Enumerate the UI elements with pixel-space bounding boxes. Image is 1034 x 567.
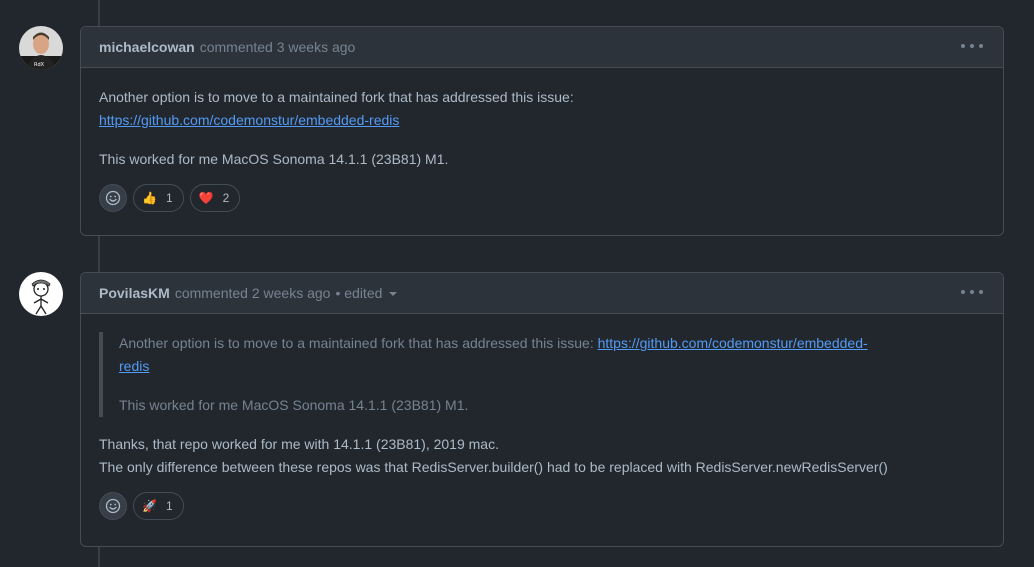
reaction-rocket[interactable]: 🚀 1	[133, 492, 184, 520]
smiley-icon	[105, 498, 121, 514]
comment-text: Thanks, that repo worked for me with 14.…	[99, 436, 499, 452]
comment-author[interactable]: michaelcowan	[99, 39, 195, 55]
reactions-bar: 👍 1 ❤️ 2	[81, 184, 1003, 230]
heart-icon: ❤️	[198, 191, 214, 205]
caret-down-icon	[389, 292, 398, 297]
comment-body: Another option is to move to a maintaine…	[81, 68, 1003, 171]
reaction-heart[interactable]: ❤️ 2	[189, 184, 241, 212]
reactions-bar: 🚀 1	[81, 492, 1003, 538]
add-reaction-button[interactable]	[99, 492, 127, 520]
reaction-thumbs-up[interactable]: 👍 1	[133, 184, 184, 212]
quote-text: Another option is to move to a maintaine…	[119, 335, 594, 351]
fork-link[interactable]: https://github.com/codemonstur/embedded-…	[99, 112, 399, 128]
avatar-povilaskm[interactable]	[19, 272, 63, 316]
svg-text:RdX: RdX	[34, 62, 45, 68]
avatar-michaelcowan[interactable]: RdX	[19, 26, 63, 70]
comment-povilaskm: PovilasKM commented 2 weeks ago • edited…	[80, 272, 1004, 547]
quote-text: This worked for me MacOS Sonoma 14.1.1 (…	[119, 397, 469, 413]
comment-header: michaelcowan commented 3 weeks ago	[81, 27, 1003, 68]
quoted-reply: Another option is to move to a maintaine…	[99, 332, 985, 417]
reaction-count: 2	[222, 191, 230, 205]
comment-header: PovilasKM commented 2 weeks ago • edited	[81, 273, 1003, 314]
avatar-image	[19, 272, 63, 316]
more-options-icon[interactable]	[961, 285, 983, 299]
comment-text: The only difference between these repos …	[99, 459, 888, 475]
add-reaction-button[interactable]	[99, 184, 127, 212]
smiley-icon	[105, 190, 121, 206]
comment-timestamp[interactable]: commented 3 weeks ago	[200, 39, 356, 55]
reaction-count: 1	[165, 499, 173, 513]
comment-text: This worked for me MacOS Sonoma 14.1.1 (…	[99, 151, 449, 167]
more-options-icon[interactable]	[961, 39, 983, 53]
thumbs-up-icon: 👍	[142, 191, 157, 205]
avatar-image: RdX	[19, 26, 63, 70]
quote-link-part: https://github.com/codemonstur/embedded-	[597, 335, 868, 351]
comment-text: Another option is to move to a maintaine…	[99, 89, 574, 105]
comment-timestamp[interactable]: commented 2 weeks ago	[175, 285, 331, 301]
edited-label: • edited	[335, 285, 383, 301]
comment-body: Another option is to move to a maintaine…	[81, 314, 1003, 479]
comment-author[interactable]: PovilasKM	[99, 285, 170, 301]
rocket-icon: 🚀	[142, 499, 157, 513]
edited-dropdown[interactable]: • edited	[335, 285, 398, 301]
comment-michaelcowan: michaelcowan commented 3 weeks ago Anoth…	[80, 26, 1004, 236]
reaction-count: 1	[165, 191, 173, 205]
quote-link-part: redis	[119, 358, 150, 374]
